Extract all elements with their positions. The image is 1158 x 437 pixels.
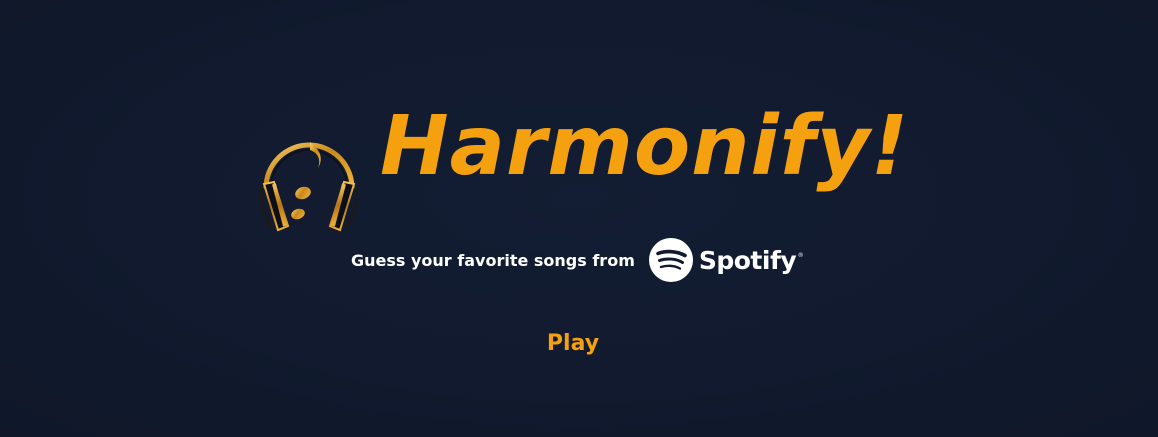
spotify-logo: Spotify ® xyxy=(648,238,804,282)
app-title: Harmonify! xyxy=(380,99,910,194)
spotify-icon xyxy=(648,238,693,282)
headphones-music-note-icon xyxy=(260,142,358,232)
spotify-wordmark-text: Spotify xyxy=(698,245,797,275)
landing-hero: Harmonify! Guess your favorite songs fro… xyxy=(0,0,1158,437)
tagline: Guess your favorite songs from Spotify ® xyxy=(351,238,804,282)
spotify-wordmark: Spotify ® xyxy=(698,245,804,275)
tagline-text: Guess your favorite songs from xyxy=(351,250,635,270)
play-button[interactable]: Play xyxy=(529,325,617,361)
registered-mark: ® xyxy=(797,251,804,259)
logo-row: Harmonify! xyxy=(258,106,909,243)
